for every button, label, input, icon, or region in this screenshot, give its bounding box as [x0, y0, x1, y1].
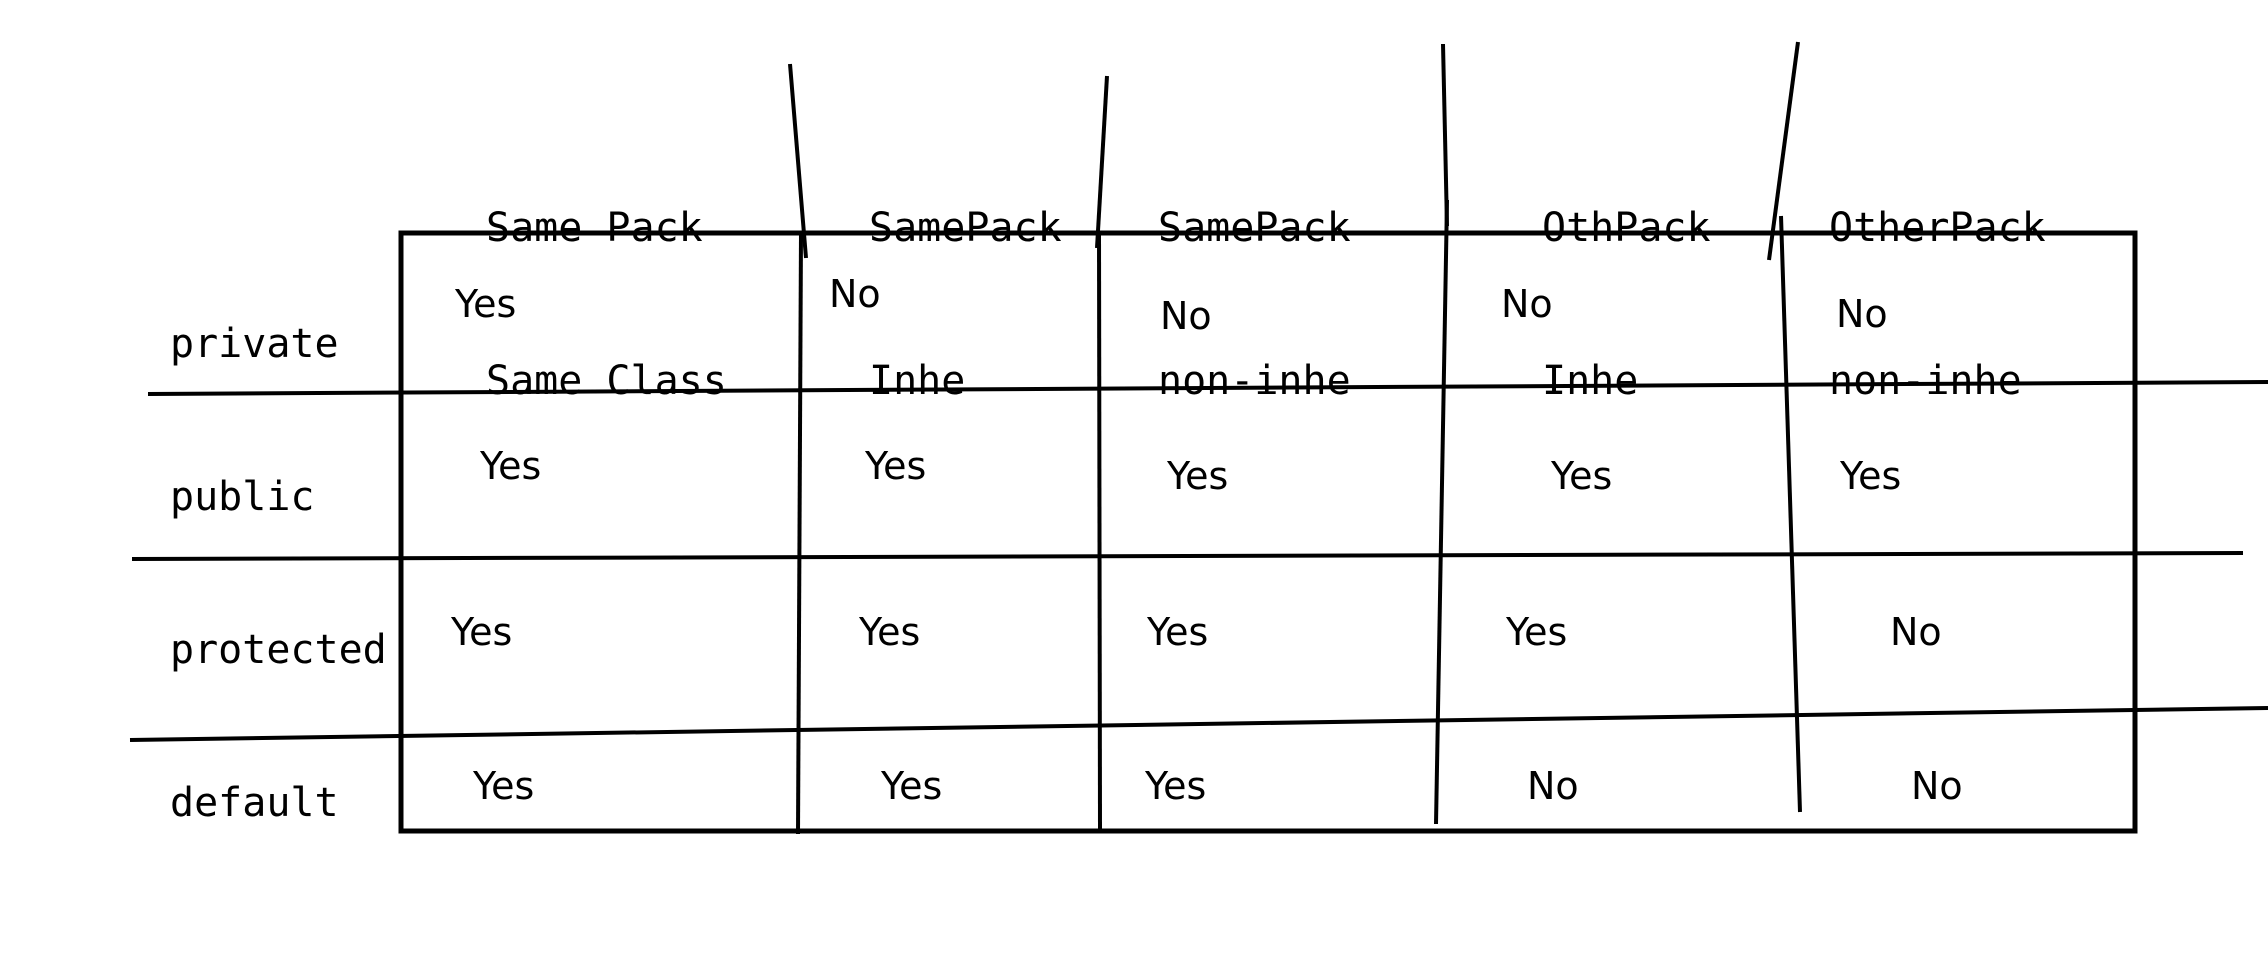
row-label-public: public [170, 474, 315, 520]
column-header-otherpack-non-inhe: OtherPack non-inhe [1829, 101, 2046, 458]
column-divider-1b [796, 232, 803, 835]
cell: Yes [1145, 764, 1207, 808]
column-divider-2 [1095, 75, 1109, 249]
cell: No [1836, 292, 1888, 336]
cell: Yes [1147, 610, 1209, 654]
row-label-default: default [170, 780, 339, 826]
column-header-othpack-inhe: OthPack Inhe [1542, 101, 1711, 458]
column-divider-1 [788, 63, 808, 259]
row-divider-2 [131, 551, 2244, 561]
cell: Yes [881, 764, 943, 808]
column-header-line1: SamePack [869, 205, 1062, 251]
row-divider-3 [129, 706, 2268, 742]
cell: Yes [1167, 454, 1229, 498]
column-header-line1: SamePack [1158, 205, 1351, 251]
cell: Yes [455, 282, 517, 326]
cell: Yes [480, 444, 542, 488]
column-header-line2: Same Class [486, 358, 727, 404]
column-header-samepack-non-inhe: SamePack non-inhe [1158, 101, 1351, 458]
cell: Yes [859, 610, 921, 654]
column-divider-4b [1779, 215, 1802, 813]
cell: No [1911, 764, 1963, 808]
row-label-protected: protected [170, 627, 387, 673]
column-header-line2: Inhe [1542, 358, 1639, 404]
cell: No [829, 272, 881, 316]
cell: Yes [865, 444, 927, 488]
cell: Yes [1840, 454, 1902, 498]
column-divider-3 [1441, 43, 1449, 227]
column-header-samepack-inhe: SamePack Inhe [869, 101, 1062, 458]
column-divider-4 [1767, 41, 1800, 261]
column-header-line1: Same Pack [486, 205, 703, 251]
cell: No [1160, 294, 1212, 338]
column-header-line2: non-inhe [1158, 358, 1351, 404]
cell: Yes [1506, 610, 1568, 654]
column-header-line2: Inhe [869, 358, 966, 404]
cell: No [1527, 764, 1579, 808]
cell: No [1501, 282, 1553, 326]
cell: Yes [473, 764, 535, 808]
column-header-line1: OthPack [1542, 205, 1711, 251]
column-divider-3b [1434, 199, 1449, 825]
column-header-line2: non-inhe [1829, 358, 2022, 404]
cell: Yes [451, 610, 513, 654]
column-header-line1: OtherPack [1829, 205, 2046, 251]
cell: Yes [1551, 454, 1613, 498]
row-label-private: private [170, 321, 339, 367]
cell: No [1890, 610, 1942, 654]
column-header-same-pack-same-class: Same Pack Same Class [486, 101, 727, 458]
column-divider-2b [1097, 232, 1102, 832]
